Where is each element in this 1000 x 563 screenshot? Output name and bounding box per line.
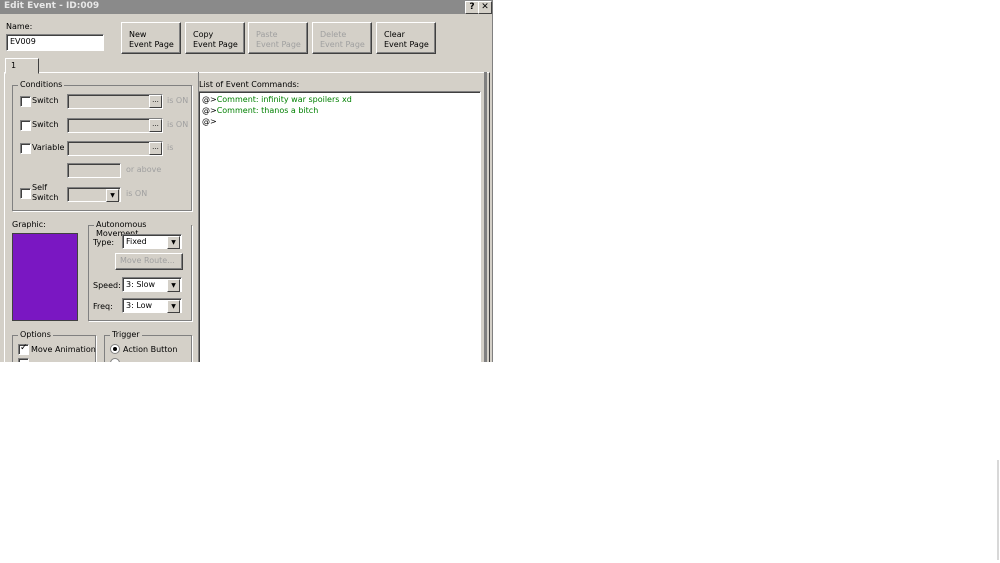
move-route-label: Move Route...: [120, 256, 175, 265]
ellipsis-icon: ...: [152, 143, 159, 151]
screen-edge-artifact: [997, 460, 999, 560]
tab-page-1-label: 1: [11, 61, 17, 70]
delete-event-page-label: Delete Event Page: [320, 30, 365, 49]
clear-event-page-button[interactable]: Clear Event Page: [376, 22, 436, 54]
variable-label: Variable: [32, 143, 65, 152]
type-label: Type:: [93, 238, 115, 247]
variable-checkbox[interactable]: [20, 143, 31, 154]
chevron-down-icon: ▼: [167, 279, 180, 292]
freq-value: 3: Low: [126, 301, 153, 310]
paste-event-page-label: Paste Event Page: [256, 30, 301, 49]
chevron-down-icon: ▼: [167, 300, 180, 313]
self-switch-label: Self Switch: [32, 183, 59, 202]
switch1-checkbox[interactable]: [20, 96, 31, 107]
edit-event-window: Edit Event - ID:009 ? ✕ Name: EV009 New …: [0, 0, 493, 362]
commands-label: List of Event Commands:: [199, 80, 300, 89]
new-event-page-button[interactable]: New Event Page: [121, 22, 181, 54]
title-bar[interactable]: Edit Event - ID:009 ? ✕: [0, 0, 492, 14]
close-button[interactable]: ✕: [478, 1, 492, 14]
event-commands-list[interactable]: @>Comment: infinity war spoilers xd @>Co…: [198, 91, 481, 362]
move-animation-label: Move Animation: [31, 345, 96, 354]
ellipsis-icon: ...: [152, 120, 159, 128]
command-line[interactable]: @>: [202, 117, 217, 126]
checkmark-icon: ✓: [20, 343, 28, 353]
graphic-label: Graphic:: [12, 220, 46, 229]
action-button-radio[interactable]: [110, 344, 120, 354]
variable-value-spinner[interactable]: [67, 163, 121, 178]
paste-event-page-button[interactable]: Paste Event Page: [248, 22, 308, 54]
copy-event-page-label: Copy Event Page: [193, 30, 238, 49]
name-input[interactable]: EV009: [6, 34, 104, 51]
copy-event-page-button[interactable]: Copy Event Page: [185, 22, 245, 54]
type-value: Fixed: [126, 237, 147, 246]
speed-label: Speed:: [93, 281, 121, 290]
close-icon: ✕: [481, 2, 489, 12]
action-button-label: Action Button: [123, 345, 178, 354]
ellipsis-icon: ...: [152, 96, 159, 104]
move-animation-checkbox[interactable]: ✓: [18, 343, 29, 355]
command-text: Comment: thanos a bitch: [216, 106, 319, 115]
switch1-suffix: is ON: [167, 96, 189, 105]
switch2-ellipsis-button[interactable]: ...: [149, 119, 162, 132]
variable-ellipsis-button[interactable]: ...: [149, 142, 162, 155]
chevron-down-icon: ▼: [167, 236, 180, 249]
switch1-ellipsis-button[interactable]: ...: [149, 95, 162, 108]
command-prefix: @>: [202, 95, 217, 104]
switch1-label: Switch: [32, 96, 59, 105]
chevron-down-icon: ▼: [106, 189, 119, 202]
option-checkbox-2[interactable]: [18, 358, 29, 362]
or-above-label: or above: [126, 165, 162, 174]
delete-event-page-button[interactable]: Delete Event Page: [312, 22, 372, 54]
self-switch-suffix: is ON: [126, 189, 148, 198]
variable-suffix: is: [167, 143, 174, 152]
help-button[interactable]: ?: [465, 1, 479, 14]
command-line[interactable]: @>Comment: thanos a bitch: [202, 106, 318, 115]
trigger-title: Trigger: [110, 330, 142, 339]
command-prefix: @>: [202, 117, 217, 126]
switch2-checkbox[interactable]: [20, 120, 31, 131]
speed-dropdown[interactable]: 3: Slow ▼: [122, 277, 182, 292]
new-event-page-label: New Event Page: [129, 30, 174, 49]
speed-value: 3: Slow: [126, 280, 156, 289]
right-edge: [484, 72, 487, 362]
options-title: Options: [18, 330, 53, 339]
self-switch-checkbox[interactable]: [20, 188, 31, 199]
graphic-preview[interactable]: [12, 233, 78, 321]
window-title: Edit Event - ID:009: [4, 1, 100, 11]
conditions-title: Conditions: [18, 80, 65, 89]
type-dropdown[interactable]: Fixed ▼: [122, 234, 182, 249]
move-route-button[interactable]: Move Route...: [115, 253, 183, 270]
trigger-radio-2[interactable]: [110, 358, 120, 362]
self-switch-dropdown[interactable]: ▼: [67, 187, 121, 202]
freq-dropdown[interactable]: 3: Low ▼: [122, 298, 182, 313]
name-label: Name:: [6, 22, 33, 31]
name-value: EV009: [10, 37, 36, 46]
switch2-suffix: is ON: [167, 120, 189, 129]
command-prefix: @>: [202, 106, 217, 115]
clear-event-page-label: Clear Event Page: [384, 30, 429, 49]
freq-label: Freq:: [93, 302, 113, 311]
radio-selected-icon: [113, 347, 117, 351]
command-line[interactable]: @>Comment: infinity war spoilers xd: [202, 95, 352, 104]
switch2-label: Switch: [32, 120, 59, 129]
command-text: Comment: infinity war spoilers xd: [216, 95, 352, 104]
tab-page-1[interactable]: 1: [5, 58, 39, 74]
